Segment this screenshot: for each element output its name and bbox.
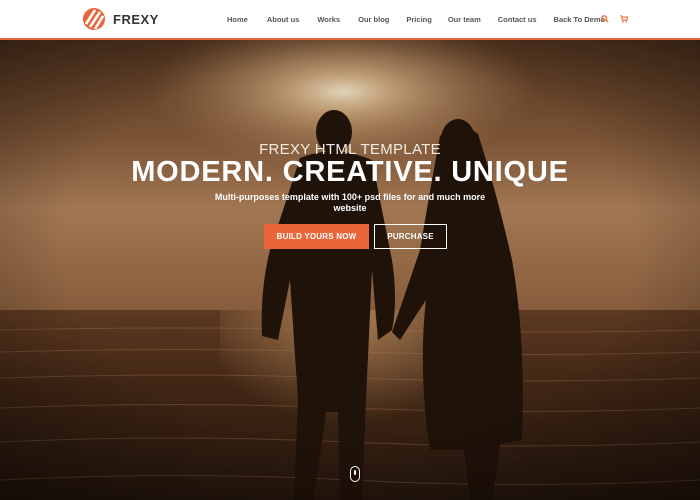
nav-item-our-team[interactable]: Our team (448, 15, 481, 24)
nav-item-home[interactable]: Home (227, 15, 248, 24)
nav-item-contact-us[interactable]: Contact us (498, 15, 537, 24)
nav-item-works[interactable]: Works (317, 15, 340, 24)
nav-item-pricing[interactable]: Pricing (406, 15, 431, 24)
brand-logo-icon (83, 8, 105, 30)
hero-background-image (0, 40, 700, 500)
mouse-scroll-icon[interactable] (350, 466, 360, 482)
search-icon[interactable] (601, 15, 609, 23)
scroll-wheel-dot (354, 470, 356, 475)
purchase-button[interactable]: PURCHASE (374, 224, 447, 249)
hero-section: FREXY HTML TEMPLATE MODERN. CREATIVE. UN… (0, 40, 700, 500)
hero-subline: Multi-purposes template with 100+ psd fi… (214, 192, 486, 213)
site-header: FREXY Home About us Works Our blog Prici… (0, 0, 700, 40)
hero-headline: MODERN. CREATIVE. UNIQUE (131, 156, 569, 188)
nav-icon-group (601, 0, 628, 38)
brand-name: FREXY (113, 11, 159, 27)
brand[interactable]: FREXY (82, 7, 159, 31)
build-yours-now-button[interactable]: BUILD YOURS NOW (264, 224, 369, 249)
cart-icon[interactable] (620, 15, 628, 23)
nav-item-our-blog[interactable]: Our blog (358, 15, 389, 24)
main-nav: Home About us Works Our blog Pricing Our… (227, 0, 605, 38)
nav-item-about-us[interactable]: About us (267, 15, 300, 24)
nav-item-back-to-demo[interactable]: Back To Demo (554, 15, 606, 24)
